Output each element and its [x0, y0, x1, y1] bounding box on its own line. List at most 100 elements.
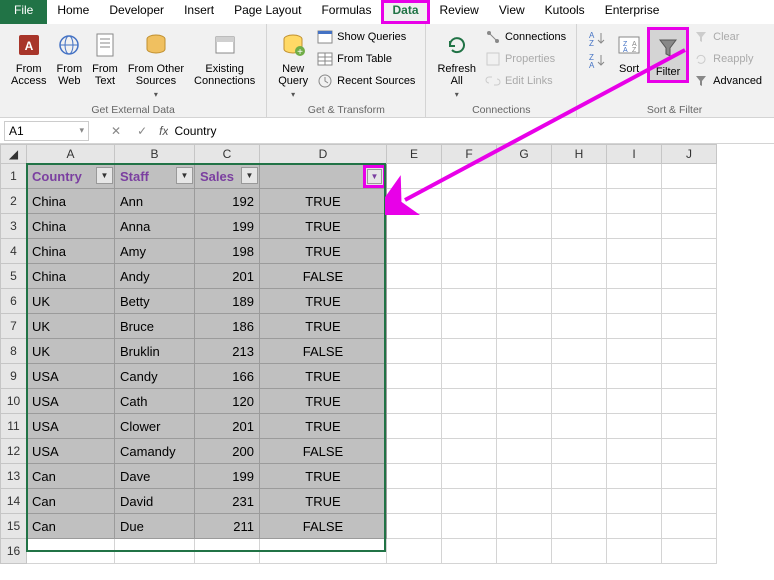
menu-view[interactable]: View [489, 0, 535, 24]
cell[interactable] [607, 464, 662, 489]
cell[interactable] [442, 439, 497, 464]
cell[interactable] [442, 364, 497, 389]
cell[interactable] [662, 164, 717, 189]
cell-d1[interactable]: ▼ [260, 164, 387, 189]
enter-formula-button[interactable]: ✓ [133, 124, 151, 138]
sort-desc-button[interactable]: ZA [583, 49, 611, 71]
cell[interactable] [607, 189, 662, 214]
cell[interactable] [607, 264, 662, 289]
cell[interactable] [662, 339, 717, 364]
cell[interactable] [552, 514, 607, 539]
cell[interactable] [607, 339, 662, 364]
col-header-j[interactable]: J [662, 145, 717, 164]
cell[interactable] [387, 289, 442, 314]
cell[interactable]: 201 [195, 414, 260, 439]
cell[interactable]: 201 [195, 264, 260, 289]
cell[interactable] [607, 314, 662, 339]
cell[interactable] [387, 464, 442, 489]
cell[interactable] [442, 464, 497, 489]
cell[interactable] [497, 264, 552, 289]
row-header-9[interactable]: 9 [1, 364, 27, 389]
dropdown-icon[interactable]: ▾ [79, 125, 84, 136]
cell[interactable] [552, 539, 607, 564]
filter-dropdown-c[interactable]: ▼ [241, 167, 258, 184]
cell[interactable]: TRUE [260, 389, 387, 414]
fx-icon[interactable]: fx [159, 124, 168, 138]
filter-dropdown-b[interactable]: ▼ [176, 167, 193, 184]
from-access-button[interactable]: A From Access [6, 27, 51, 89]
cell[interactable]: UK [27, 339, 115, 364]
cell[interactable]: FALSE [260, 439, 387, 464]
cell[interactable]: TRUE [260, 289, 387, 314]
cell[interactable] [497, 164, 552, 189]
menu-kutools[interactable]: Kutools [535, 0, 595, 24]
cell[interactable] [497, 314, 552, 339]
cell[interactable]: Camandy [115, 439, 195, 464]
cell[interactable]: Clower [115, 414, 195, 439]
cell[interactable] [662, 264, 717, 289]
cell[interactable] [552, 414, 607, 439]
cell[interactable] [497, 214, 552, 239]
cell[interactable] [662, 514, 717, 539]
cell[interactable] [497, 439, 552, 464]
cell-a1[interactable]: Country▼ [27, 164, 115, 189]
cell[interactable] [552, 489, 607, 514]
cell[interactable]: Cath [115, 389, 195, 414]
cell[interactable] [387, 414, 442, 439]
cell[interactable]: 199 [195, 464, 260, 489]
cell[interactable]: UK [27, 289, 115, 314]
cell[interactable] [387, 539, 442, 564]
cell[interactable] [607, 214, 662, 239]
cell[interactable]: TRUE [260, 314, 387, 339]
cell[interactable] [662, 539, 717, 564]
cell[interactable] [607, 239, 662, 264]
cell[interactable] [552, 189, 607, 214]
cell[interactable] [387, 264, 442, 289]
cell[interactable] [497, 389, 552, 414]
cell[interactable]: Due [115, 514, 195, 539]
sort-asc-button[interactable]: AZ [583, 27, 611, 49]
cell[interactable]: 213 [195, 339, 260, 364]
cell[interactable]: Can [27, 514, 115, 539]
col-header-i[interactable]: I [607, 145, 662, 164]
cell[interactable] [442, 214, 497, 239]
menu-data[interactable]: Data [381, 0, 429, 24]
cell[interactable]: China [27, 264, 115, 289]
cell[interactable]: TRUE [260, 489, 387, 514]
col-header-e[interactable]: E [387, 145, 442, 164]
select-all-cell[interactable]: ◢ [1, 145, 27, 164]
cell[interactable] [115, 539, 195, 564]
row-header-10[interactable]: 10 [1, 389, 27, 414]
menu-developer[interactable]: Developer [99, 0, 174, 24]
cell[interactable]: TRUE [260, 214, 387, 239]
cell[interactable] [607, 539, 662, 564]
row-header-1[interactable]: 1 [1, 164, 27, 189]
filter-button[interactable]: Filter [647, 27, 689, 83]
cell[interactable] [442, 289, 497, 314]
cell[interactable] [662, 314, 717, 339]
cell[interactable] [442, 189, 497, 214]
cell[interactable] [442, 239, 497, 264]
cell[interactable]: USA [27, 389, 115, 414]
from-table-button[interactable]: From Table [313, 49, 419, 69]
refresh-all-button[interactable]: Refresh All▾ [432, 27, 481, 103]
cell[interactable] [552, 364, 607, 389]
cell[interactable]: USA [27, 364, 115, 389]
cell[interactable]: UK [27, 314, 115, 339]
cell[interactable] [497, 364, 552, 389]
cell[interactable] [662, 414, 717, 439]
cell[interactable] [552, 239, 607, 264]
cell-c1[interactable]: Sales▼ [195, 164, 260, 189]
cell[interactable]: 200 [195, 439, 260, 464]
cell[interactable] [552, 314, 607, 339]
cell[interactable] [662, 214, 717, 239]
cell[interactable]: TRUE [260, 239, 387, 264]
cell[interactable] [607, 514, 662, 539]
new-query-button[interactable]: + New Query▾ [273, 27, 313, 103]
cell[interactable] [387, 164, 442, 189]
cell[interactable] [442, 414, 497, 439]
cell[interactable] [442, 314, 497, 339]
menu-enterprise[interactable]: Enterprise [595, 0, 670, 24]
cell[interactable]: China [27, 189, 115, 214]
cell[interactable] [387, 389, 442, 414]
